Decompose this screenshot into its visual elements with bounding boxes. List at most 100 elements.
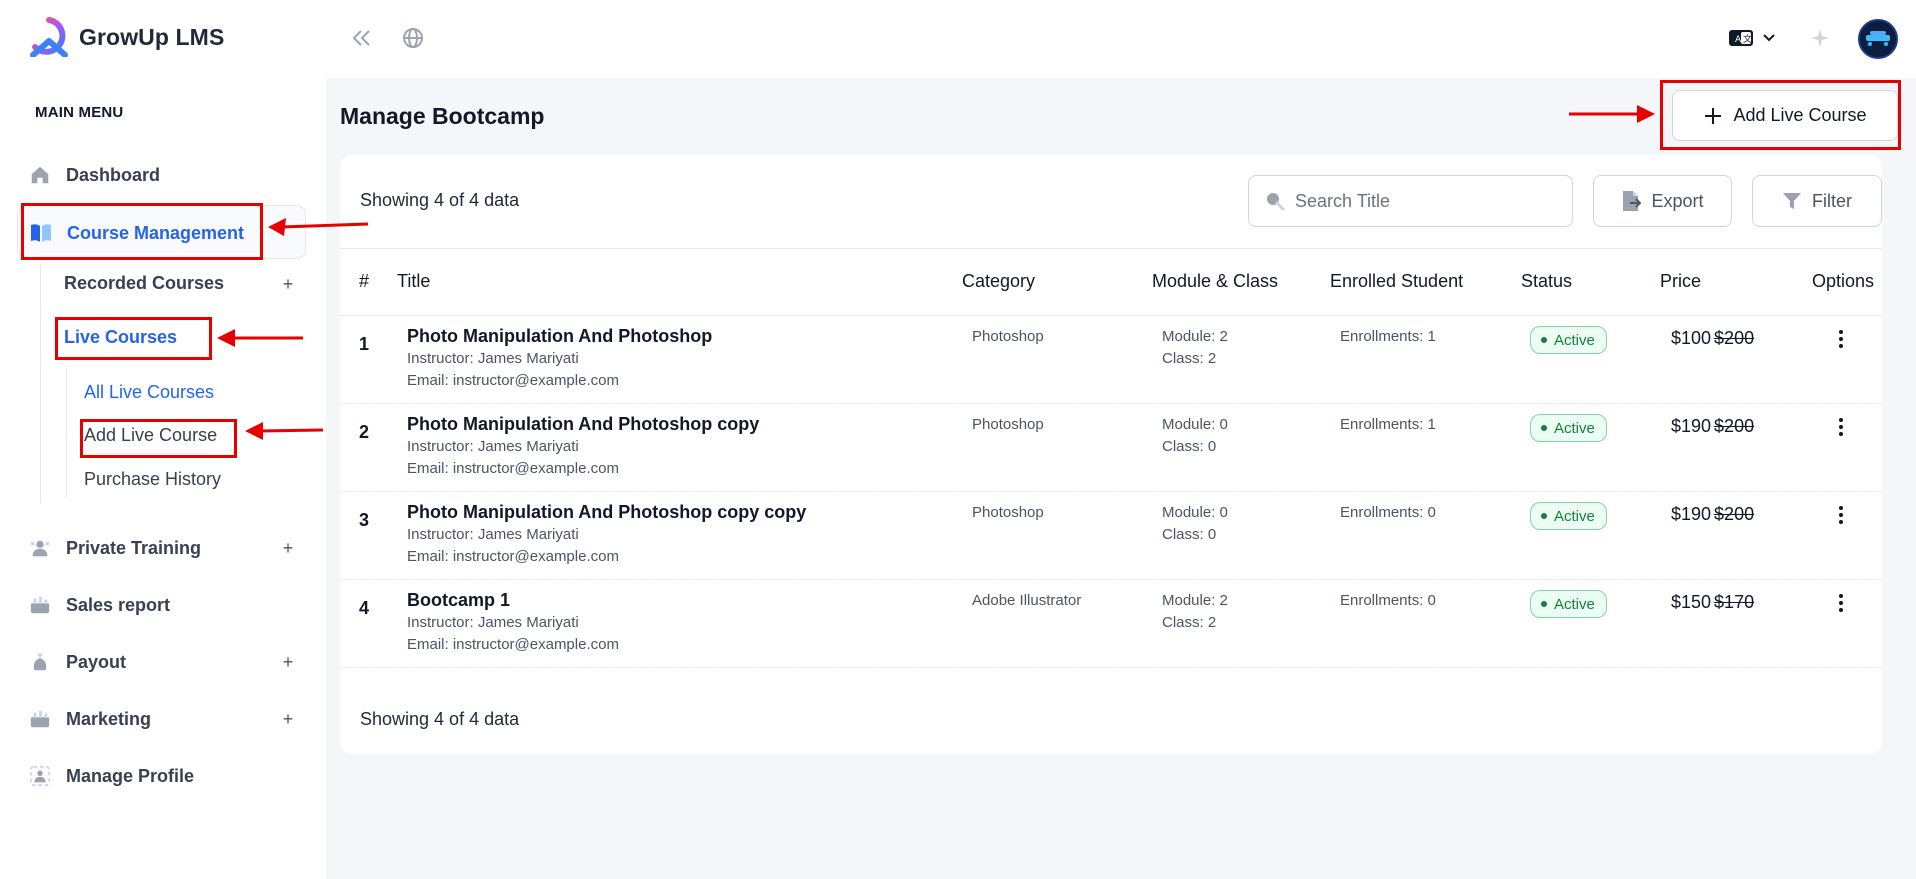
status-dot [1541, 337, 1547, 343]
more-options-icon[interactable] [1831, 502, 1851, 528]
course-title[interactable]: Photo Manipulation And Photoshop copy [407, 414, 759, 435]
status-badge: Active [1530, 502, 1607, 530]
status-badge: Active [1530, 590, 1607, 618]
course-enrollments: Enrollments: 0 [1340, 592, 1436, 609]
sidebar-item-label: Sales report [66, 594, 171, 615]
export-file-icon [1623, 191, 1642, 211]
row-number: 4 [359, 598, 370, 618]
trainer-icon [28, 536, 52, 560]
globe-icon[interactable] [399, 24, 427, 52]
status-dot [1541, 425, 1547, 431]
annotation-box-add-live-course [80, 419, 237, 458]
expand-recorded-courses-icon[interactable]: + [280, 274, 296, 295]
search-input[interactable] [1295, 190, 1555, 212]
more-options-icon[interactable] [1831, 590, 1851, 616]
course-price: $190 $200 [1671, 504, 1754, 525]
column-header-status: Status [1521, 271, 1573, 291]
sparkle-icon[interactable] [1806, 24, 1834, 52]
sidebar-item-dashboard[interactable]: Dashboard [28, 160, 160, 190]
course-email: Email: instructor@example.com [407, 460, 619, 477]
sidebar-item-sales-report[interactable]: Sales report [28, 590, 170, 620]
column-header-enrolled-student: Enrolled Student [1330, 271, 1464, 291]
table-row[interactable]: 4 Bootcamp 1 Instructor: James Mariyati … [340, 580, 1882, 668]
sidebar-item-manage-profile[interactable]: Manage Profile [28, 761, 194, 791]
more-options-icon[interactable] [1831, 414, 1851, 440]
course-title[interactable]: Photo Manipulation And Photoshop copy co… [407, 502, 806, 523]
course-instructor: Instructor: James Mariyati [407, 438, 579, 455]
current-price: $190 [1671, 416, 1712, 436]
table-row[interactable]: 2 Photo Manipulation And Photoshop copy … [340, 404, 1882, 492]
table-row[interactable]: 3 Photo Manipulation And Photoshop copy … [340, 492, 1882, 580]
export-label: Export [1651, 190, 1704, 211]
status-label: Active [1554, 331, 1595, 349]
status-dot [1541, 601, 1547, 607]
column-header-price: Price [1660, 271, 1702, 291]
profile-icon [28, 764, 52, 788]
marketing-icon [28, 707, 52, 731]
annotation-arrow-right-icon [1569, 105, 1655, 123]
sidebar-item-label: Manage Profile [66, 765, 195, 786]
app-logo[interactable]: GrowUp LMS [27, 17, 224, 57]
row-number: 3 [359, 510, 370, 530]
sidebar-item-label: Private Training [66, 537, 202, 558]
svg-text:A: A [1735, 35, 1742, 45]
status-dot [1541, 513, 1547, 519]
tree-line [40, 263, 41, 503]
home-icon [28, 163, 52, 187]
original-price: $170 [1714, 592, 1755, 612]
current-price: $190 [1671, 504, 1712, 524]
translate-icon[interactable]: A文 [1727, 24, 1755, 52]
sidebar-item-recorded-courses[interactable]: Recorded Courses [64, 273, 224, 294]
course-module-count: Module: 0 [1162, 416, 1228, 433]
sidebar-item-marketing[interactable]: Marketing [28, 704, 151, 734]
search-box[interactable] [1248, 175, 1573, 227]
expand-payout-icon[interactable]: + [280, 652, 296, 673]
course-class-count: Class: 0 [1162, 526, 1217, 543]
avatar[interactable] [1858, 19, 1898, 59]
sales-chart-icon [28, 593, 52, 617]
row-number: 1 [359, 334, 370, 354]
course-price: $190 $200 [1671, 416, 1754, 437]
course-title[interactable]: Bootcamp 1 [407, 590, 510, 611]
sidebar-item-label: Marketing [66, 708, 152, 729]
sidebar-item-label: Payout [66, 651, 127, 672]
expand-private-training-icon[interactable]: + [280, 538, 296, 559]
filter-button[interactable]: Filter [1752, 175, 1882, 227]
annotation-box-live-courses [55, 317, 212, 360]
current-price: $150 [1671, 592, 1712, 612]
course-module-count: Module: 2 [1162, 328, 1228, 345]
collapse-sidebar-icon[interactable] [348, 24, 376, 52]
table-row[interactable]: 1 Photo Manipulation And Photoshop Instr… [340, 316, 1882, 404]
showing-count-bottom: Showing 4 of 4 data [360, 709, 520, 729]
course-category: Photoshop [972, 416, 1044, 433]
search-icon [1267, 193, 1285, 211]
money-bag-icon [28, 650, 52, 674]
course-instructor: Instructor: James Mariyati [407, 614, 579, 631]
course-category: Photoshop [972, 328, 1044, 345]
column-header-module-class: Module & Class [1152, 271, 1279, 291]
filter-icon [1783, 193, 1801, 209]
status-label: Active [1554, 507, 1595, 525]
sidebar-item-all-live-courses[interactable]: All Live Courses [84, 382, 214, 403]
course-enrollments: Enrollments: 0 [1340, 504, 1436, 521]
column-header-options: Options [1812, 271, 1875, 291]
course-category: Adobe Illustrator [972, 592, 1082, 609]
course-price: $100 $200 [1671, 328, 1754, 349]
course-module-count: Module: 2 [1162, 592, 1228, 609]
sidebar-item-private-training[interactable]: Private Training [28, 533, 201, 563]
sidebar-item-purchase-history[interactable]: Purchase History [84, 469, 221, 490]
column-header-category: Category [962, 271, 1036, 291]
course-title[interactable]: Photo Manipulation And Photoshop [407, 326, 712, 347]
course-class-count: Class: 0 [1162, 438, 1217, 455]
export-button[interactable]: Export [1593, 175, 1732, 227]
row-number: 2 [359, 422, 370, 442]
expand-marketing-icon[interactable]: + [280, 709, 296, 730]
annotation-arrow-left-icon [268, 218, 369, 236]
current-price: $100 [1671, 328, 1712, 348]
more-options-icon[interactable] [1831, 326, 1851, 352]
sidebar-item-payout[interactable]: Payout [28, 647, 126, 677]
chevron-down-icon[interactable] [1759, 24, 1779, 52]
filter-label: Filter [1812, 190, 1852, 211]
annotation-arrow-left-icon [245, 422, 324, 440]
course-enrollments: Enrollments: 1 [1340, 416, 1436, 433]
